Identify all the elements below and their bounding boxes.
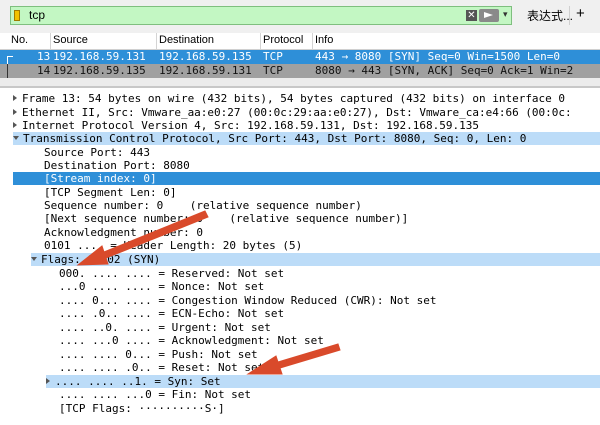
packet-list-empty-area [0, 78, 600, 86]
column-header-source[interactable]: Source [53, 34, 88, 46]
collapse-arrow-icon[interactable] [13, 136, 19, 140]
packet-info: 443 → 8080 [SYN] Seq=0 Win=1500 Len=0 [315, 50, 561, 63]
packet-row[interactable]: 14 192.168.59.135 192.168.59.131 TCP 808… [0, 64, 600, 78]
packet-no: 14 [37, 64, 51, 77]
packet-info: 8080 → 443 [SYN, ACK] Seq=0 Ack=1 Win=2 [315, 64, 574, 77]
tree-field[interactable]: [TCP Segment Len: 0] [44, 186, 176, 199]
packet-source: 192.168.59.135 [53, 64, 146, 77]
column-separator[interactable] [156, 33, 157, 49]
clear-filter-icon[interactable]: ✕ [466, 10, 477, 21]
tree-field[interactable]: Source Port: 443 [44, 146, 150, 159]
display-filter-input[interactable]: tcp ✕ ▾ [10, 6, 512, 25]
column-header-no[interactable]: No. [11, 34, 28, 46]
packet-list-header: No. Source Destination Protocol Info [0, 33, 600, 50]
display-filter-toolbar: tcp ✕ ▾ 表达式... + [0, 0, 600, 33]
packet-source: 192.168.59.131 [53, 50, 146, 63]
packet-destination: 192.168.59.131 [159, 64, 252, 77]
tcp-flags-string[interactable]: [TCP Flags: ··········S·] [59, 402, 225, 415]
tree-item-tcp[interactable]: Transmission Control Protocol, Src Port:… [13, 132, 600, 145]
packet-protocol: TCP [263, 64, 283, 77]
filter-text[interactable]: tcp [29, 8, 45, 22]
expand-arrow-icon[interactable] [13, 122, 17, 128]
flag-bit-row[interactable]: 000. .... .... = Reserved: Not set [59, 267, 284, 280]
flag-bit-row[interactable]: .... 0... .... = Congestion Window Reduc… [59, 294, 437, 307]
tree-item-ip[interactable]: Internet Protocol Version 4, Src: 192.16… [13, 119, 479, 132]
tree-field[interactable]: Destination Port: 8080 [44, 159, 190, 172]
tree-item-ethernet[interactable]: Ethernet II, Src: Vmware_aa:e0:27 (00:0c… [13, 106, 572, 119]
filter-history-dropdown-icon[interactable]: ▾ [503, 9, 508, 20]
column-header-info[interactable]: Info [315, 34, 333, 46]
flag-bit-row[interactable]: .... .... 0... = Push: Not set [59, 348, 258, 361]
expand-arrow-icon[interactable] [13, 109, 17, 115]
toolbar-divider [569, 6, 570, 25]
tree-field[interactable]: Sequence number: 0 (relative sequence nu… [44, 199, 362, 212]
packet-no: 13 [37, 50, 51, 63]
flag-bit-row[interactable]: .... .... .0.. = Reset: Not set [59, 361, 264, 374]
tree-item-frame[interactable]: Frame 13: 54 bytes on wire (432 bits), 5… [13, 92, 565, 105]
flag-bit-row-syn[interactable]: .... .... ..1. = Syn: Set [46, 375, 600, 388]
packet-protocol: TCP [263, 50, 283, 63]
column-separator[interactable] [50, 33, 51, 49]
column-header-protocol[interactable]: Protocol [263, 34, 303, 46]
expand-arrow-icon[interactable] [13, 95, 17, 101]
apply-filter-icon[interactable] [479, 9, 499, 22]
packet-destination: 192.168.59.135 [159, 50, 252, 63]
flag-bit-row[interactable]: .... ..0. .... = Urgent: Not set [59, 321, 271, 334]
column-header-destination[interactable]: Destination [159, 34, 214, 46]
flag-bit-row[interactable]: ...0 .... .... = Nonce: Not set [59, 280, 264, 293]
column-separator[interactable] [312, 33, 313, 49]
collapse-arrow-icon[interactable] [31, 257, 37, 261]
tree-item-flags[interactable]: Flags: 0x002 (SYN) [31, 253, 600, 266]
tree-field[interactable]: 0101 .... = Header Length: 20 bytes (5) [44, 239, 302, 252]
flag-bit-row[interactable]: .... .0.. .... = ECN-Echo: Not set [59, 307, 284, 320]
conversation-bracket-icon [7, 64, 13, 78]
tree-field[interactable]: [Next sequence number: 0 (relative seque… [44, 212, 408, 225]
expression-button[interactable]: 表达式... [527, 7, 573, 24]
add-filter-button[interactable]: + [576, 5, 585, 22]
packet-row[interactable]: 13 192.168.59.131 192.168.59.135 TCP 443… [0, 50, 600, 65]
filter-bookmark-icon[interactable] [14, 10, 20, 21]
tree-field[interactable]: Acknowledgment number: 0 [44, 226, 203, 239]
flag-bit-row[interactable]: .... ...0 .... = Acknowledgment: Not set [59, 334, 324, 347]
tree-field-selected[interactable]: [Stream index: 0] [13, 172, 600, 185]
column-separator[interactable] [260, 33, 261, 49]
stream-index-label: [Stream index: 0] [44, 172, 157, 185]
expand-arrow-icon[interactable] [46, 378, 50, 384]
pane-splitter[interactable] [0, 86, 600, 88]
flag-bit-row[interactable]: .... .... ...0 = Fin: Not set [59, 388, 251, 401]
